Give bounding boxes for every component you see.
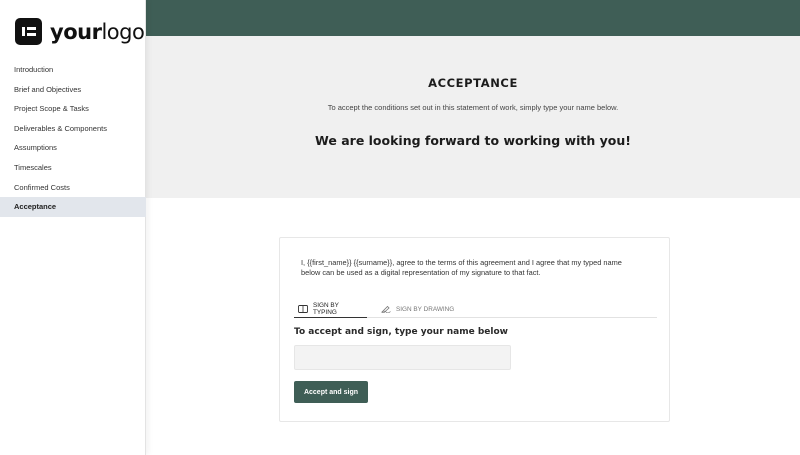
signature-card: I, {{first_name}} {{surname}}, agree to … bbox=[279, 237, 670, 422]
sidebar-item-brief-and-objectives[interactable]: Brief and Objectives bbox=[0, 80, 146, 100]
tab-sign-by-drawing[interactable]: SIGN BY DRAWING bbox=[377, 300, 458, 318]
tab-sign-by-typing[interactable]: SIGN BY TYPING bbox=[294, 300, 367, 318]
sidebar-item-project-scope[interactable]: Project Scope & Tasks bbox=[0, 99, 146, 119]
logo-mark-icon bbox=[15, 18, 42, 45]
signature-tabs: SIGN BY TYPING SIGN BY DRAWING bbox=[294, 300, 657, 318]
sidebar: yourlogo Introduction Brief and Objectiv… bbox=[0, 0, 146, 455]
acceptance-hero: ACCEPTANCE To accept the conditions set … bbox=[146, 36, 800, 198]
sidebar-item-timescales[interactable]: Timescales bbox=[0, 158, 146, 178]
hero-tagline: We are looking forward to working with y… bbox=[315, 133, 631, 148]
top-bar bbox=[146, 0, 800, 36]
sidebar-item-assumptions[interactable]: Assumptions bbox=[0, 138, 146, 158]
accept-and-sign-button[interactable]: Accept and sign bbox=[294, 381, 368, 403]
agreement-text: I, {{first_name}} {{surname}}, agree to … bbox=[301, 258, 622, 277]
name-input[interactable] bbox=[294, 345, 511, 370]
pen-icon bbox=[381, 305, 391, 313]
logo[interactable]: yourlogo bbox=[15, 18, 145, 45]
sign-heading: To accept and sign, type your name below bbox=[294, 327, 508, 337]
page-title: ACCEPTANCE bbox=[428, 76, 518, 90]
logo-text-suffix: logo bbox=[101, 19, 145, 44]
sidebar-item-confirmed-costs[interactable]: Confirmed Costs bbox=[0, 178, 146, 198]
hero-subtitle: To accept the conditions set out in this… bbox=[327, 103, 619, 112]
logo-text: yourlogo bbox=[50, 19, 145, 44]
sidebar-item-introduction[interactable]: Introduction bbox=[0, 60, 146, 80]
sidebar-nav: Introduction Brief and Objectives Projec… bbox=[0, 60, 146, 217]
keyboard-icon bbox=[298, 304, 308, 313]
sidebar-item-acceptance[interactable]: Acceptance bbox=[0, 197, 146, 217]
logo-text-prefix: your bbox=[50, 19, 102, 44]
tab-sign-by-typing-label: SIGN BY TYPING bbox=[313, 301, 339, 316]
tab-sign-by-drawing-label: SIGN BY DRAWING bbox=[396, 305, 455, 313]
sidebar-item-deliverables[interactable]: Deliverables & Components bbox=[0, 119, 146, 139]
